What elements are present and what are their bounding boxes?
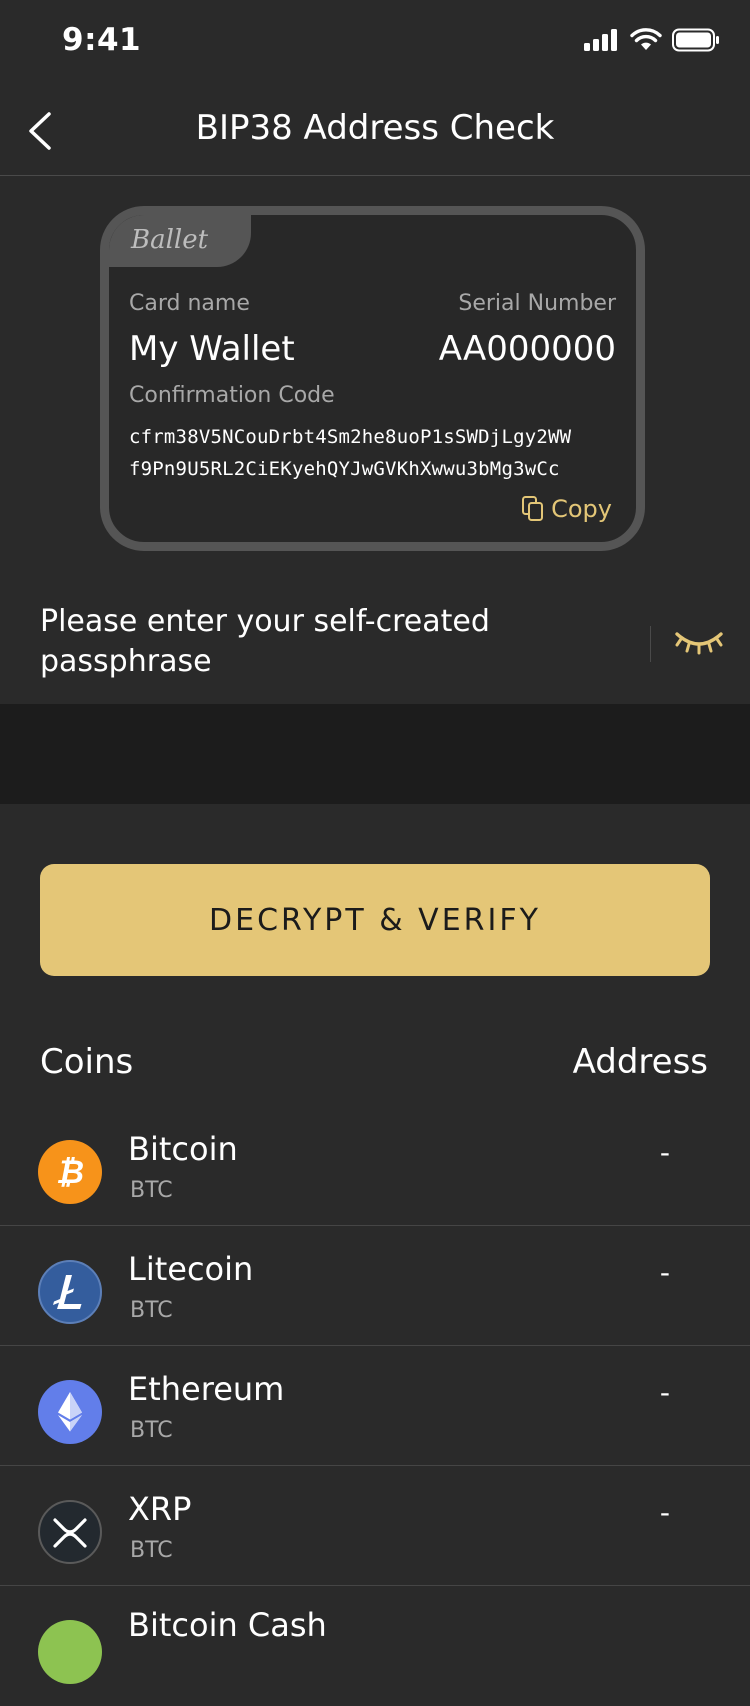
coin-row-xrp[interactable]: XRP BTC -: [0, 1466, 750, 1586]
litecoin-icon: [38, 1260, 102, 1324]
coins-header: Coins: [40, 1042, 134, 1082]
wallet-card: Ballet Card name Serial Number My Wallet…: [100, 206, 645, 551]
card-name-label: Card name: [129, 291, 250, 316]
coin-row-bitcoin[interactable]: ₿ Bitcoin BTC -: [0, 1106, 750, 1226]
card-brand-logo: Ballet: [109, 215, 251, 267]
page-title: BIP38 Address Check: [195, 108, 555, 148]
signal-icon: [584, 29, 617, 51]
ethereum-icon: [38, 1380, 102, 1444]
coin-symbol: BTC: [130, 1418, 173, 1443]
battery-icon: [672, 28, 719, 52]
passphrase-input[interactable]: [40, 602, 640, 682]
confirmation-code: cfrm38V5NCouDrbt4Sm2he8uoP1sSWDjLgy2WW f…: [129, 421, 571, 485]
svg-text:₿: ₿: [56, 1153, 84, 1191]
serial-number-label: Serial Number: [458, 291, 616, 316]
coin-symbol: BTC: [130, 1298, 173, 1323]
coin-address: -: [659, 1496, 670, 1529]
confirmation-code-line-2: f9Pn9U5RL2CiEKyehQYJwGVKhXwwu3bMg3wCc: [129, 458, 560, 480]
decrypt-verify-button[interactable]: DECRYPT & VERIFY: [40, 864, 710, 976]
coin-row-litecoin[interactable]: Litecoin BTC -: [0, 1226, 750, 1346]
confirmation-code-line-1: cfrm38V5NCouDrbt4Sm2he8uoP1sSWDjLgy2WW: [129, 426, 572, 448]
copy-icon: [522, 496, 544, 521]
coin-symbol: BTC: [130, 1538, 173, 1563]
status-icons: [584, 28, 720, 52]
coin-address: -: [659, 1256, 670, 1289]
bitcoin-icon: ₿: [38, 1140, 102, 1204]
coin-name: XRP: [128, 1490, 192, 1528]
coin-name: Bitcoin Cash: [128, 1606, 327, 1644]
bitcoin-cash-icon: [38, 1620, 102, 1684]
wifi-icon: [630, 28, 662, 50]
coin-row-ethereum[interactable]: Ethereum BTC -: [0, 1346, 750, 1466]
status-time: 9:41: [62, 22, 142, 58]
input-separator: [650, 626, 651, 662]
xrp-icon: [38, 1500, 102, 1564]
coin-name: Ethereum: [128, 1370, 285, 1408]
eye-closed-icon: [675, 632, 723, 655]
serial-number-value: AA000000: [438, 329, 616, 369]
coin-address: -: [659, 1136, 670, 1169]
coin-row-bitcoin-cash[interactable]: Bitcoin Cash: [0, 1586, 750, 1706]
confirmation-code-label: Confirmation Code: [129, 383, 335, 408]
coin-name: Bitcoin: [128, 1130, 238, 1168]
toggle-visibility-button[interactable]: [672, 626, 726, 658]
section-spacer: [0, 704, 750, 804]
coin-symbol: BTC: [130, 1178, 173, 1203]
card-name-value: My Wallet: [129, 329, 295, 369]
address-header: Address: [572, 1042, 708, 1082]
copy-button[interactable]: Copy: [521, 495, 612, 523]
coin-address: -: [659, 1376, 670, 1409]
copy-label: Copy: [551, 495, 612, 523]
nav-divider: [0, 175, 750, 176]
coin-name: Litecoin: [128, 1250, 254, 1288]
